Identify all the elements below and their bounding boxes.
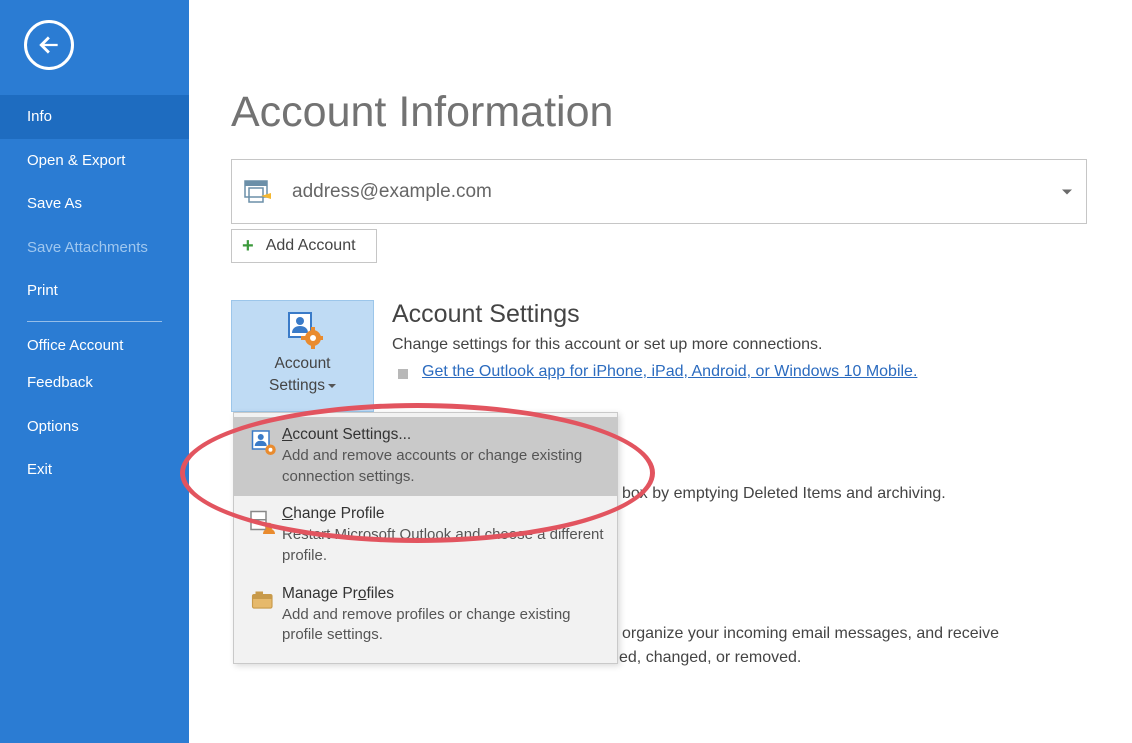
sidebar-item-open-export[interactable]: Open & Export	[0, 139, 189, 183]
menu-item-change-profile[interactable]: Change Profile Restart Microsoft Outlook…	[234, 496, 617, 575]
plus-icon: +	[242, 236, 254, 256]
bullet-icon	[398, 369, 408, 379]
menu-item-title: Change Profile	[282, 505, 605, 523]
menu-item-desc: Restart Microsoft Outlook and choose a d…	[282, 525, 605, 566]
menu-item-manage-profiles[interactable]: Manage Profiles Add and remove profiles …	[234, 576, 617, 655]
account-icon	[232, 176, 284, 208]
sidebar-nav: Info Open & Export Save As Save Attachme…	[0, 95, 189, 492]
menu-item-title: Manage Profiles	[282, 585, 605, 603]
rules-alerts-text-fragment-1: organize your incoming email messages, a…	[622, 622, 999, 646]
change-profile-icon	[244, 505, 282, 566]
sidebar-item-exit[interactable]: Exit	[0, 448, 189, 492]
rules-alerts-text-fragment-2: ed, changed, or removed.	[619, 646, 801, 670]
back-button[interactable]	[24, 20, 74, 70]
arrow-left-icon	[36, 32, 62, 58]
tile-label: Account Settings	[232, 353, 373, 396]
sidebar-item-info[interactable]: Info	[0, 95, 189, 139]
page-title: Account Information	[231, 88, 1132, 137]
sidebar-item-print[interactable]: Print	[0, 269, 189, 313]
sidebar-item-feedback[interactable]: Feedback	[0, 361, 189, 405]
account-selector[interactable]: address@example.com	[231, 159, 1087, 224]
account-settings-icon	[244, 426, 282, 487]
sidebar-item-options[interactable]: Options	[0, 405, 189, 449]
sidebar-item-save-attachments: Save Attachments	[0, 226, 189, 270]
chevron-down-icon	[1062, 189, 1072, 194]
chevron-down-icon	[328, 384, 336, 388]
section-title: Account Settings	[392, 300, 917, 329]
account-settings-section: Account Settings Change settings for thi…	[392, 300, 917, 381]
menu-item-desc: Add and remove profiles or change existi…	[282, 605, 605, 646]
add-account-button[interactable]: + Add Account	[231, 229, 377, 263]
add-account-label: Add Account	[266, 237, 356, 255]
mailbox-cleanup-text-fragment: box by emptying Deleted Items and archiv…	[622, 482, 946, 506]
backstage-sidebar: Info Open & Export Save As Save Attachme…	[0, 0, 189, 743]
menu-item-title: Account Settings...	[282, 426, 605, 444]
sidebar-item-office-account[interactable]: Office Account	[0, 330, 189, 362]
account-settings-icon	[283, 309, 323, 349]
account-email: address@example.com	[292, 181, 492, 203]
menu-item-account-settings[interactable]: Account Settings... Add and remove accou…	[234, 417, 617, 496]
account-settings-dropdown: Account Settings... Add and remove accou…	[233, 412, 618, 664]
section-description: Change settings for this account or set …	[392, 333, 917, 357]
menu-item-desc: Add and remove accounts or change existi…	[282, 446, 605, 487]
manage-profiles-icon	[244, 585, 282, 646]
get-outlook-app-link[interactable]: Get the Outlook app for iPhone, iPad, An…	[422, 363, 917, 381]
account-settings-tile[interactable]: Account Settings	[231, 300, 374, 412]
sidebar-item-save-as[interactable]: Save As	[0, 182, 189, 226]
sidebar-separator	[27, 321, 162, 322]
